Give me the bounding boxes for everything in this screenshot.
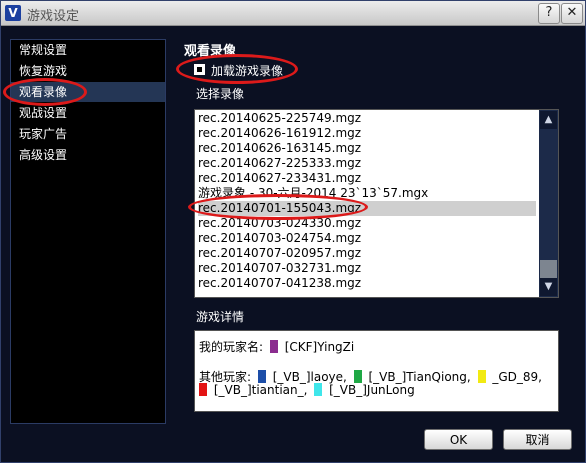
panel-title: 观看录像 bbox=[184, 44, 237, 59]
player-color-swatch bbox=[353, 370, 362, 383]
list-item[interactable]: rec.20140626-163145.mgz bbox=[198, 141, 536, 156]
close-button[interactable]: ✕ bbox=[561, 3, 583, 24]
list-item-selected[interactable]: rec.20140701-155043.mgz bbox=[198, 201, 536, 216]
list-item[interactable]: rec.20140625-225749.mgz bbox=[198, 111, 536, 126]
player-color-swatch bbox=[257, 370, 266, 383]
sidebar-item-spectate-settings[interactable]: 观战设置 bbox=[11, 103, 165, 123]
replay-list[interactable]: rec.20140625-225749.mgz rec.20140626-161… bbox=[194, 109, 559, 298]
sidebar-item-restore-game[interactable]: 恢复游戏 bbox=[11, 61, 165, 81]
details-label: 游戏详情 bbox=[196, 310, 245, 324]
list-item[interactable]: rec.20140707-032731.mgz bbox=[198, 261, 536, 276]
list-item[interactable]: rec.20140707-041238.mgz bbox=[198, 276, 536, 291]
settings-dialog: V 游戏设定 ? ✕ 常规设置 恢复游戏 观看录像 观战设置 玩家广告 高级设置… bbox=[0, 0, 586, 463]
my-player-line: 我的玩家名: [CKF]YingZi bbox=[199, 338, 354, 355]
my-player-name: [CKF]YingZi bbox=[284, 340, 355, 354]
replay-list-scrollbar[interactable]: ▲ ▼ bbox=[539, 110, 558, 297]
other-player-name: [_VB_]laoye, bbox=[272, 370, 347, 384]
list-item[interactable]: rec.20140703-024754.mgz bbox=[198, 231, 536, 246]
player-color-swatch bbox=[314, 383, 323, 396]
other-player-name: [_VB_]tiantian_, bbox=[213, 383, 308, 397]
sidebar-item-watch-replay[interactable]: 观看录像 bbox=[11, 82, 165, 102]
player-color-swatch bbox=[477, 370, 486, 383]
settings-sidebar: 常规设置 恢复游戏 观看录像 观战设置 玩家广告 高级设置 bbox=[10, 39, 166, 424]
sidebar-item-advanced[interactable]: 高级设置 bbox=[11, 145, 165, 165]
scroll-up-icon[interactable]: ▲ bbox=[540, 111, 557, 129]
app-logo-icon: V bbox=[5, 5, 21, 21]
other-player-name: [_VB_]JunLong bbox=[329, 383, 415, 397]
sidebar-item-player-ads[interactable]: 玩家广告 bbox=[11, 124, 165, 144]
list-item[interactable]: rec.20140626-161912.mgz bbox=[198, 126, 536, 141]
list-item[interactable]: rec.20140627-225333.mgz bbox=[198, 156, 536, 171]
help-button[interactable]: ? bbox=[538, 3, 560, 24]
replay-list-label: 选择录像 bbox=[196, 87, 245, 101]
list-item[interactable]: 游戏录象 - 30-六月-2014 23`13`57.mgx bbox=[198, 186, 536, 201]
other-players-label: 其他玩家: bbox=[199, 370, 252, 384]
other-players-line-2: [_VB_]tiantian_, [_VB_]JunLong bbox=[199, 383, 415, 397]
load-replay-label[interactable]: 加载游戏录像 bbox=[211, 62, 283, 79]
player-color-swatch bbox=[199, 383, 207, 396]
window-title: 游戏设定 bbox=[27, 9, 80, 24]
scroll-down-icon[interactable]: ▼ bbox=[540, 278, 557, 296]
list-item[interactable]: rec.20140627-233431.mgz bbox=[198, 171, 536, 186]
sidebar-item-general[interactable]: 常规设置 bbox=[11, 40, 165, 60]
ok-button[interactable]: OK bbox=[424, 429, 493, 450]
list-item[interactable]: rec.20140707-020957.mgz bbox=[198, 246, 536, 261]
other-player-name: [_VB_]TianQiong, bbox=[368, 370, 471, 384]
title-bar: V 游戏设定 ? ✕ bbox=[1, 1, 585, 26]
load-replay-checkbox[interactable] bbox=[194, 64, 205, 75]
list-item[interactable]: rec.20140703-024330.mgz bbox=[198, 216, 536, 231]
player-color-swatch bbox=[269, 340, 278, 353]
cancel-button[interactable]: 取消 bbox=[503, 429, 572, 450]
other-player-name: _GD_89, bbox=[492, 370, 542, 384]
game-details-box: 我的玩家名: [CKF]YingZi 其他玩家: [_VB_]laoye, [_… bbox=[194, 330, 559, 412]
my-player-label: 我的玩家名: bbox=[199, 340, 264, 354]
